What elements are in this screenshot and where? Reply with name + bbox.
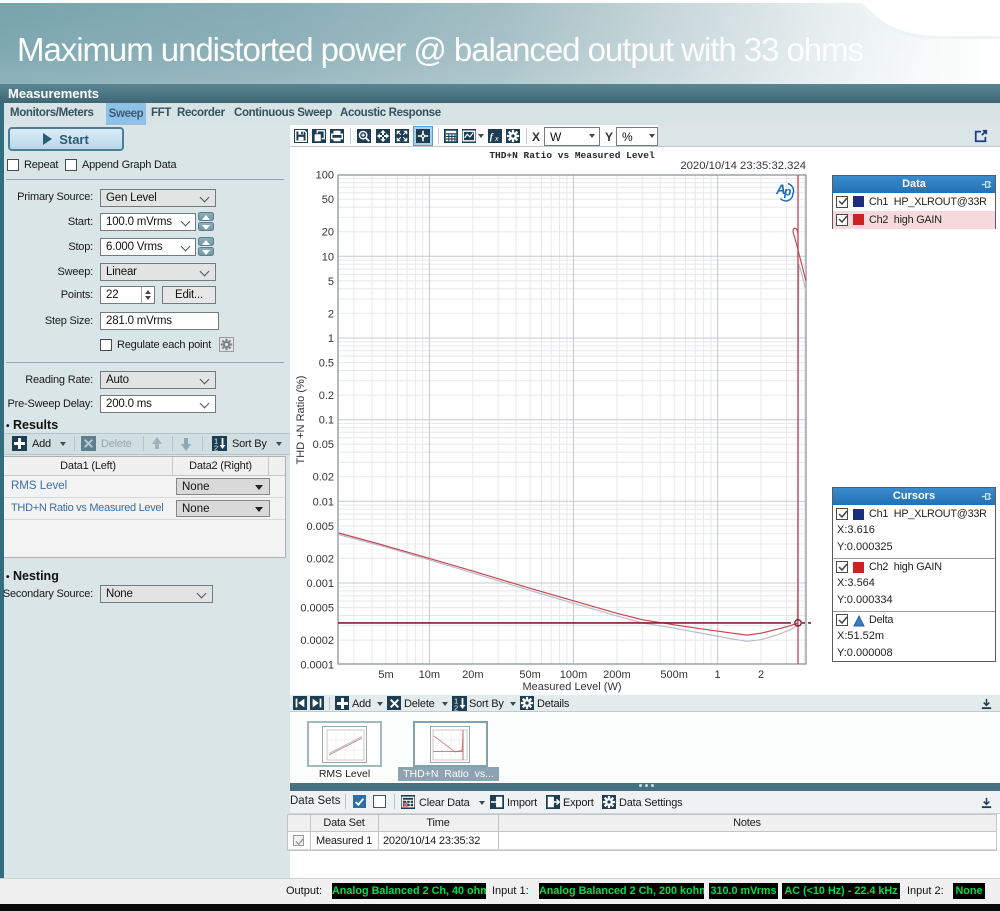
svg-text:20: 20: [322, 227, 334, 239]
svg-text:10m: 10m: [419, 669, 440, 681]
svg-text:200m: 200m: [603, 669, 631, 681]
svg-text:0.01: 0.01: [313, 496, 334, 508]
svg-text:0.0001: 0.0001: [300, 660, 334, 672]
svg-text:0.5: 0.5: [319, 358, 334, 370]
svg-text:2: 2: [328, 308, 334, 320]
svg-text:Measured Level (W): Measured Level (W): [522, 681, 621, 693]
svg-text:x: x: [494, 136, 499, 143]
svg-text:5: 5: [328, 276, 334, 288]
svg-text:0.2: 0.2: [319, 390, 334, 402]
svg-text:0.001: 0.001: [306, 578, 334, 590]
svg-text:2: 2: [214, 444, 218, 452]
svg-text:100: 100: [316, 170, 334, 182]
svg-text:0.0005: 0.0005: [300, 603, 334, 615]
svg-text:20m: 20m: [462, 669, 483, 681]
svg-text:2: 2: [454, 704, 458, 712]
svg-text:10: 10: [322, 251, 334, 263]
svg-text:THD +N Ratio (%): THD +N Ratio (%): [295, 376, 307, 465]
svg-text:50m: 50m: [519, 669, 540, 681]
svg-text:1: 1: [715, 669, 721, 681]
svg-text:2020/10/14 23:35:32.324: 2020/10/14 23:35:32.324: [680, 160, 806, 172]
svg-text:0.0002: 0.0002: [300, 635, 334, 647]
svg-text:THD+N Ratio vs Measured Level: THD+N Ratio vs Measured Level: [489, 150, 655, 161]
svg-text:0.005: 0.005: [306, 521, 334, 533]
svg-text:p: p: [783, 185, 791, 199]
svg-text:0.1: 0.1: [319, 415, 334, 427]
svg-text:5m: 5m: [378, 669, 393, 681]
svg-text:0.05: 0.05: [313, 439, 334, 451]
svg-text:2: 2: [758, 669, 764, 681]
svg-text:50: 50: [322, 194, 334, 206]
svg-text:0.002: 0.002: [306, 553, 334, 565]
svg-text:100m: 100m: [560, 669, 588, 681]
svg-text:1: 1: [328, 333, 334, 345]
svg-text:0.02: 0.02: [313, 472, 334, 484]
svg-text:500m: 500m: [660, 669, 688, 681]
svg-text:f: f: [490, 132, 494, 143]
